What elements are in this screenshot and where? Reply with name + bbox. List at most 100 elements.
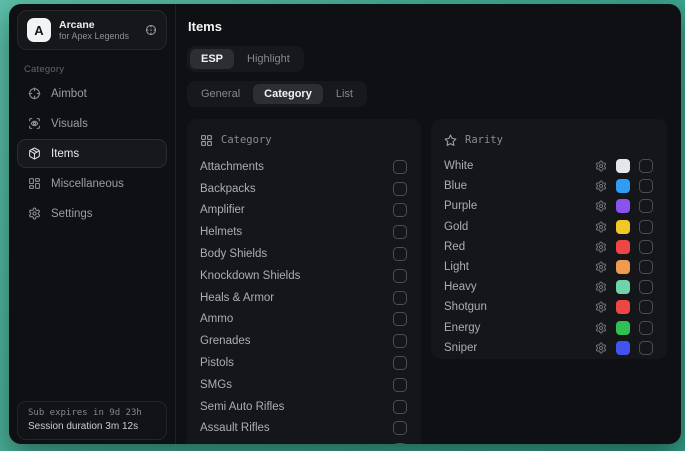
gear-icon[interactable] <box>595 221 607 233</box>
checkbox[interactable] <box>639 240 653 254</box>
color-swatch[interactable] <box>616 159 630 173</box>
checkbox[interactable] <box>639 280 653 294</box>
star-icon <box>444 134 457 147</box>
app-logo: A <box>27 18 51 42</box>
sidebar-item-aimbot[interactable]: Aimbot <box>17 79 167 108</box>
checkbox[interactable] <box>639 321 653 335</box>
rarity-row-label: Light <box>444 261 469 273</box>
checkbox[interactable] <box>639 199 653 213</box>
sidebar-item-items[interactable]: Items <box>17 139 167 168</box>
checkbox[interactable] <box>393 225 407 239</box>
sidebar-item-miscellaneous[interactable]: Miscellaneous <box>17 169 167 198</box>
category-row: SMGs <box>200 374 407 396</box>
checkbox[interactable] <box>639 260 653 274</box>
tab-category[interactable]: Category <box>253 84 323 104</box>
rarity-row-controls <box>595 280 653 294</box>
rarity-row-controls <box>595 260 653 274</box>
rarity-row: Red <box>444 237 653 257</box>
rarity-panel-header: Rarity <box>444 127 653 153</box>
checkbox[interactable] <box>393 312 407 326</box>
sidebar: A Arcane for Apex Legends Category Aimbo… <box>9 4 176 444</box>
gear-icon[interactable] <box>595 241 607 253</box>
checkbox[interactable] <box>393 182 407 196</box>
tab-highlight[interactable]: Highlight <box>236 49 301 69</box>
target-icon[interactable] <box>145 24 157 36</box>
subscription-card: Sub expires in 9d 23h Session duration 3… <box>17 401 167 440</box>
sidebar-item-label: Items <box>51 148 79 160</box>
color-swatch[interactable] <box>616 240 630 254</box>
gear-icon[interactable] <box>595 281 607 293</box>
brand-text: Arcane for Apex Legends <box>59 19 129 41</box>
desktop-background: A Arcane for Apex Legends Category Aimbo… <box>0 0 685 451</box>
color-swatch[interactable] <box>616 179 630 193</box>
app-subtitle: for Apex Legends <box>59 31 129 41</box>
rarity-row: Heavy <box>444 277 653 297</box>
brand-card: A Arcane for Apex Legends <box>17 10 167 50</box>
rarity-row: White <box>444 156 653 176</box>
gear-icon[interactable] <box>595 200 607 212</box>
rarity-row-controls <box>595 179 653 193</box>
sidebar-item-visuals[interactable]: Visuals <box>17 109 167 138</box>
category-row-label: Knockdown Shields <box>200 270 300 282</box>
category-row: Attachments <box>200 156 407 178</box>
checkbox[interactable] <box>393 203 407 217</box>
color-swatch[interactable] <box>616 321 630 335</box>
checkbox[interactable] <box>393 443 407 444</box>
category-row: Body Shields <box>200 243 407 265</box>
rarity-row-label: Gold <box>444 221 468 233</box>
category-row: LMGs <box>200 439 407 444</box>
sidebar-item-label: Settings <box>51 208 93 220</box>
sidebar-item-label: Aimbot <box>51 88 87 100</box>
checkbox[interactable] <box>393 269 407 283</box>
color-swatch[interactable] <box>616 341 630 355</box>
sidebar-item-settings[interactable]: Settings <box>17 199 167 228</box>
category-row: Helmets <box>200 221 407 243</box>
category-row: Semi Auto Rifles <box>200 396 407 418</box>
checkbox[interactable] <box>639 179 653 193</box>
gear-icon[interactable] <box>595 342 607 354</box>
rarity-row: Sniper <box>444 338 653 358</box>
view-tabs: GeneralCategoryList <box>187 81 367 107</box>
gear-icon[interactable] <box>595 261 607 273</box>
rarity-row: Gold <box>444 217 653 237</box>
color-swatch[interactable] <box>616 220 630 234</box>
category-row-label: Attachments <box>200 161 264 173</box>
package-icon <box>28 147 41 160</box>
tab-general[interactable]: General <box>190 84 251 104</box>
category-row: Grenades <box>200 330 407 352</box>
checkbox[interactable] <box>639 341 653 355</box>
checkbox[interactable] <box>393 291 407 305</box>
color-swatch[interactable] <box>616 199 630 213</box>
category-row-label: Assault Rifles <box>200 422 270 434</box>
checkbox[interactable] <box>639 300 653 314</box>
checkbox[interactable] <box>393 247 407 261</box>
tab-list[interactable]: List <box>325 84 364 104</box>
rarity-rows: WhiteBluePurpleGoldRedLightHeavyShotgunE… <box>444 156 653 358</box>
main-content: Items ESPHighlight GeneralCategoryList C… <box>176 4 681 444</box>
color-swatch[interactable] <box>616 260 630 274</box>
color-swatch[interactable] <box>616 280 630 294</box>
rarity-row-controls <box>595 199 653 213</box>
checkbox[interactable] <box>639 159 653 173</box>
app-window: A Arcane for Apex Legends Category Aimbo… <box>9 4 681 444</box>
gear-icon[interactable] <box>595 301 607 313</box>
mode-tabs: ESPHighlight <box>187 46 304 72</box>
gear-icon[interactable] <box>595 160 607 172</box>
checkbox[interactable] <box>393 160 407 174</box>
checkbox[interactable] <box>393 400 407 414</box>
checkbox[interactable] <box>639 220 653 234</box>
checkbox[interactable] <box>393 356 407 370</box>
gear-icon[interactable] <box>595 180 607 192</box>
checkbox[interactable] <box>393 334 407 348</box>
gear-icon[interactable] <box>595 322 607 334</box>
rarity-row-controls <box>595 220 653 234</box>
category-row-label: Heals & Armor <box>200 292 274 304</box>
checkbox[interactable] <box>393 421 407 435</box>
rarity-row-label: Energy <box>444 322 480 334</box>
color-swatch[interactable] <box>616 300 630 314</box>
sidebar-item-label: Visuals <box>51 118 88 130</box>
tab-esp[interactable]: ESP <box>190 49 234 69</box>
sidebar-nav: Aimbot Visuals Items Miscellaneous Settings <box>17 79 167 229</box>
checkbox[interactable] <box>393 378 407 392</box>
app-name: Arcane <box>59 19 129 31</box>
